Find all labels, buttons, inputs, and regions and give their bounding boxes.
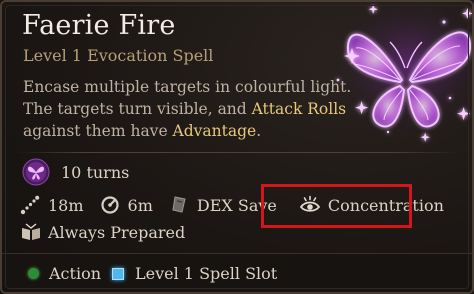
description-text: against them have	[23, 122, 173, 140]
duration-value: 10 turns	[61, 162, 130, 182]
spell-description: Encase multiple targets in colourful lig…	[23, 76, 363, 142]
spell-level-school: Level 1 Evocation Spell	[23, 46, 214, 65]
spell-title: Faerie Fire	[22, 10, 176, 41]
action-cost: Action	[28, 264, 101, 283]
aoe-value: 6m	[127, 195, 153, 215]
spell-slot-icon	[112, 267, 124, 280]
divider	[16, 152, 458, 153]
area-of-effect-icon	[100, 196, 119, 214]
prepared-row: Always Prepared	[20, 222, 185, 242]
dex-save-icon	[172, 196, 186, 213]
concentration-highlight	[261, 184, 412, 228]
attack-rolls-keyword[interactable]: Attack Rolls	[252, 100, 347, 118]
prepared-status: Always Prepared	[48, 222, 186, 242]
description-line-1: Encase multiple targets in colourful lig…	[23, 78, 352, 96]
spell-slot-label: Level 1 Spell Slot	[135, 264, 278, 283]
spellbook-icon	[22, 223, 40, 240]
range-icon	[20, 195, 40, 215]
spell-tooltip: Faerie Fire Level 1 Evocation Spell Enca…	[0, 0, 474, 294]
action-dot-icon	[28, 268, 39, 279]
description-text: The targets turn visible, and	[23, 100, 252, 118]
range-value: 18m	[48, 195, 84, 215]
action-label: Action	[49, 264, 101, 283]
butterfly-icon	[22, 158, 50, 186]
advantage-keyword[interactable]: Advantage	[173, 122, 257, 140]
description-text: .	[256, 122, 262, 140]
duration-row: 10 turns	[22, 158, 129, 186]
spell-slot-cost: Level 1 Spell Slot	[112, 264, 277, 283]
